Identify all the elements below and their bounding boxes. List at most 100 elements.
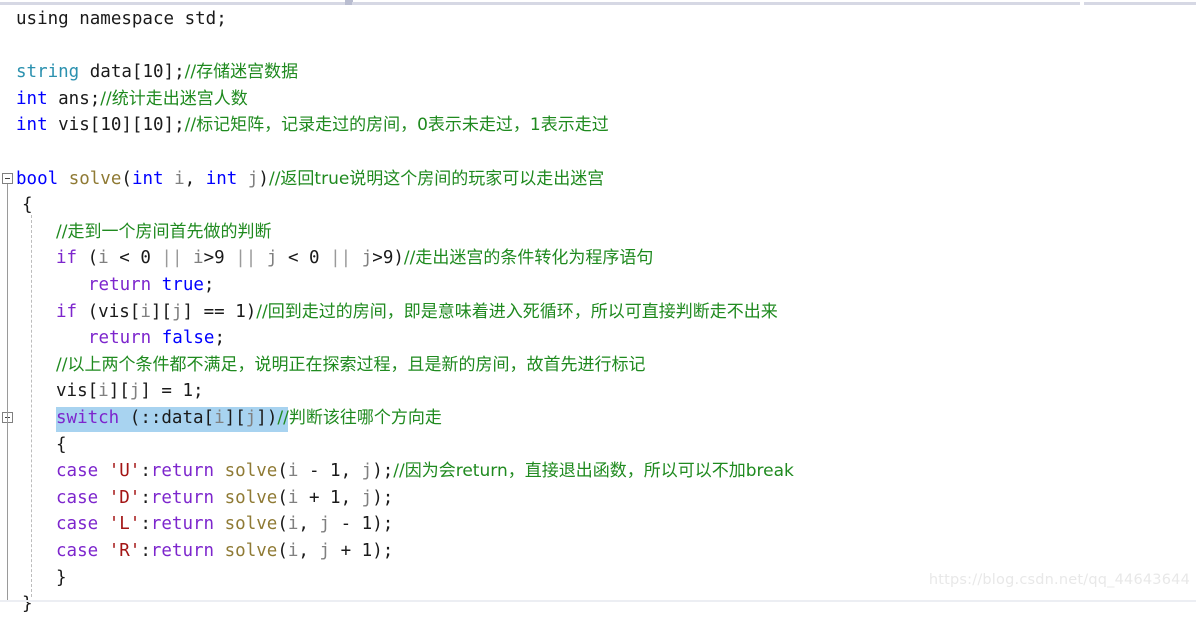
code-line[interactable]: switch (::data[i][j])//判断该往哪个方向走 [56, 405, 442, 432]
code-token-chr: 'U' [108, 461, 141, 482]
code-token-brk: ) [266, 408, 278, 428]
code-token-plain: ; [382, 461, 394, 482]
code-line[interactable]: //走到一个房间首先做的判断 [56, 219, 271, 246]
code-token-plain: , [298, 514, 320, 535]
code-line[interactable]: //以上两个条件都不满足，说明正在探索过程，且是新的房间，故首先进行标记 [56, 352, 645, 379]
code-token-brk: ] [140, 381, 151, 402]
code-token-var: i [287, 541, 299, 561]
code-line[interactable]: } [56, 565, 67, 592]
code-token-num: 10 [142, 62, 164, 83]
code-token-brk: ][ [121, 115, 143, 136]
code-line[interactable]: case 'L':return solve(i, j - 1); [56, 511, 393, 538]
code-token-brk: ) [372, 541, 383, 561]
code-token-plain: : [140, 461, 151, 482]
code-line[interactable]: bool solve(int i, int j)//返回true说明这个房间的玩… [16, 166, 604, 193]
code-token-var: j [361, 461, 373, 482]
code-token-brk: { [22, 195, 33, 216]
code-line[interactable]: { [22, 192, 33, 219]
code-token-kw: return [150, 487, 215, 508]
code-token-num: 10 [100, 115, 122, 136]
code-token-cmt: //回到走过的房间，即是意味着进入死循环，所以可直接判断走不出来 [256, 301, 778, 322]
code-token-kw: return [150, 514, 215, 535]
code-text-area[interactable]: using namespace std; string data[10];//存储… [0, 6, 1196, 614]
code-token-cmt: //以上两个条件都不满足，说明正在探索过程，且是新的房间，故首先进行标记 [56, 354, 646, 375]
code-token-cmt: //标记矩阵，记录走过的房间，0表示未走过，1表示走过 [184, 115, 609, 136]
code-token-op: == [193, 301, 236, 322]
code-token-var: i [287, 487, 299, 508]
code-token-num: 1 [330, 487, 341, 508]
code-token-num: 1 [182, 381, 194, 402]
code-token-op: < [277, 248, 310, 269]
code-line[interactable]: vis[i][j] = 1; [56, 378, 204, 405]
code-token-plain: ; [203, 275, 215, 295]
code-line[interactable]: if (vis[i][j] == 1)//回到走过的房间，即是意味着进入死循环，… [56, 299, 778, 326]
code-token-plain: using namespace [16, 9, 185, 29]
code-token-kw: if [56, 301, 78, 322]
code-token-op: > [203, 248, 215, 269]
code-editor[interactable]: using namespace std; string data[10];//存储… [0, 6, 1196, 614]
code-token-op: - [298, 461, 331, 482]
code-line[interactable]: using namespace std; [16, 6, 227, 33]
code-line[interactable]: int ans;//统计走出迷宫人数 [16, 86, 248, 113]
code-token-plain: vis [47, 115, 90, 136]
code-token-op: - [330, 514, 362, 535]
code-token-type: int [16, 115, 48, 136]
code-token-type: bool [16, 168, 59, 189]
code-token-cmt: //判断该往哪个方向走 [277, 408, 442, 428]
code-token-var: j [361, 248, 373, 269]
code-token-brk: ][ [150, 301, 172, 322]
code-token-kw: case [56, 514, 99, 535]
code-line[interactable]: return true; [88, 272, 214, 299]
code-token-num: 0 [140, 248, 151, 269]
code-token-cmt: //走到一个房间首先做的判断 [56, 221, 272, 242]
code-line[interactable]: case 'U':return solve(i - 1, j);//因为会ret… [56, 458, 794, 485]
code-token-brk: [ [87, 381, 99, 402]
code-line[interactable]: { [56, 432, 67, 459]
code-token-var: j [171, 301, 183, 322]
code-token-plain: vis [98, 301, 130, 322]
chrome-bar-right [1084, 2, 1196, 5]
code-token-brk: ] [256, 408, 267, 428]
code-line[interactable]: if (i < 0 || i>9 || j < 0 || j>9)//走出迷宫的… [56, 245, 653, 272]
code-token-cmt: //统计走出迷宫人数 [100, 88, 248, 109]
code-token-kw: case [56, 487, 99, 508]
code-token-plain: vis [56, 381, 88, 402]
code-token-kw: return [88, 328, 152, 349]
code-token-var: j [361, 487, 373, 508]
code-token-var: j [247, 168, 259, 189]
code-token-opg: || [330, 248, 352, 269]
code-line[interactable]: case 'D':return solve(i + 1, j); [56, 485, 393, 512]
code-token-plain: std [184, 9, 217, 29]
code-line[interactable]: string data[10];//存储迷宫数据 [16, 59, 298, 86]
code-token-cmt: //因为会return，直接退出函数，所以可以不加break [393, 461, 794, 482]
code-token-op: = [150, 381, 183, 402]
code-token-cls: string [16, 62, 80, 83]
code-token-plain: data [79, 62, 132, 83]
code-token-plain: , [184, 168, 206, 189]
code-token-plain: ; [382, 514, 394, 535]
code-token-op: < [108, 248, 141, 269]
code-token-plain: ; [174, 115, 185, 136]
code-line[interactable]: int vis[10][10];//标记矩阵，记录走过的房间，0表示未走过，1表… [16, 112, 609, 139]
code-line[interactable]: } [22, 591, 33, 618]
code-token-var: i [98, 381, 109, 402]
code-token-cmt: //存储迷宫数据 [184, 62, 299, 83]
code-token-plain: , [340, 461, 362, 482]
code-token-brk: ( [129, 408, 141, 428]
code-token-brk: ( [277, 461, 288, 482]
code-line[interactable]: case 'R':return solve(i, j + 1); [56, 538, 393, 565]
code-token-plain: ; [193, 381, 204, 402]
code-line[interactable]: return false; [88, 325, 225, 352]
code-token-fn: solve [224, 541, 278, 561]
